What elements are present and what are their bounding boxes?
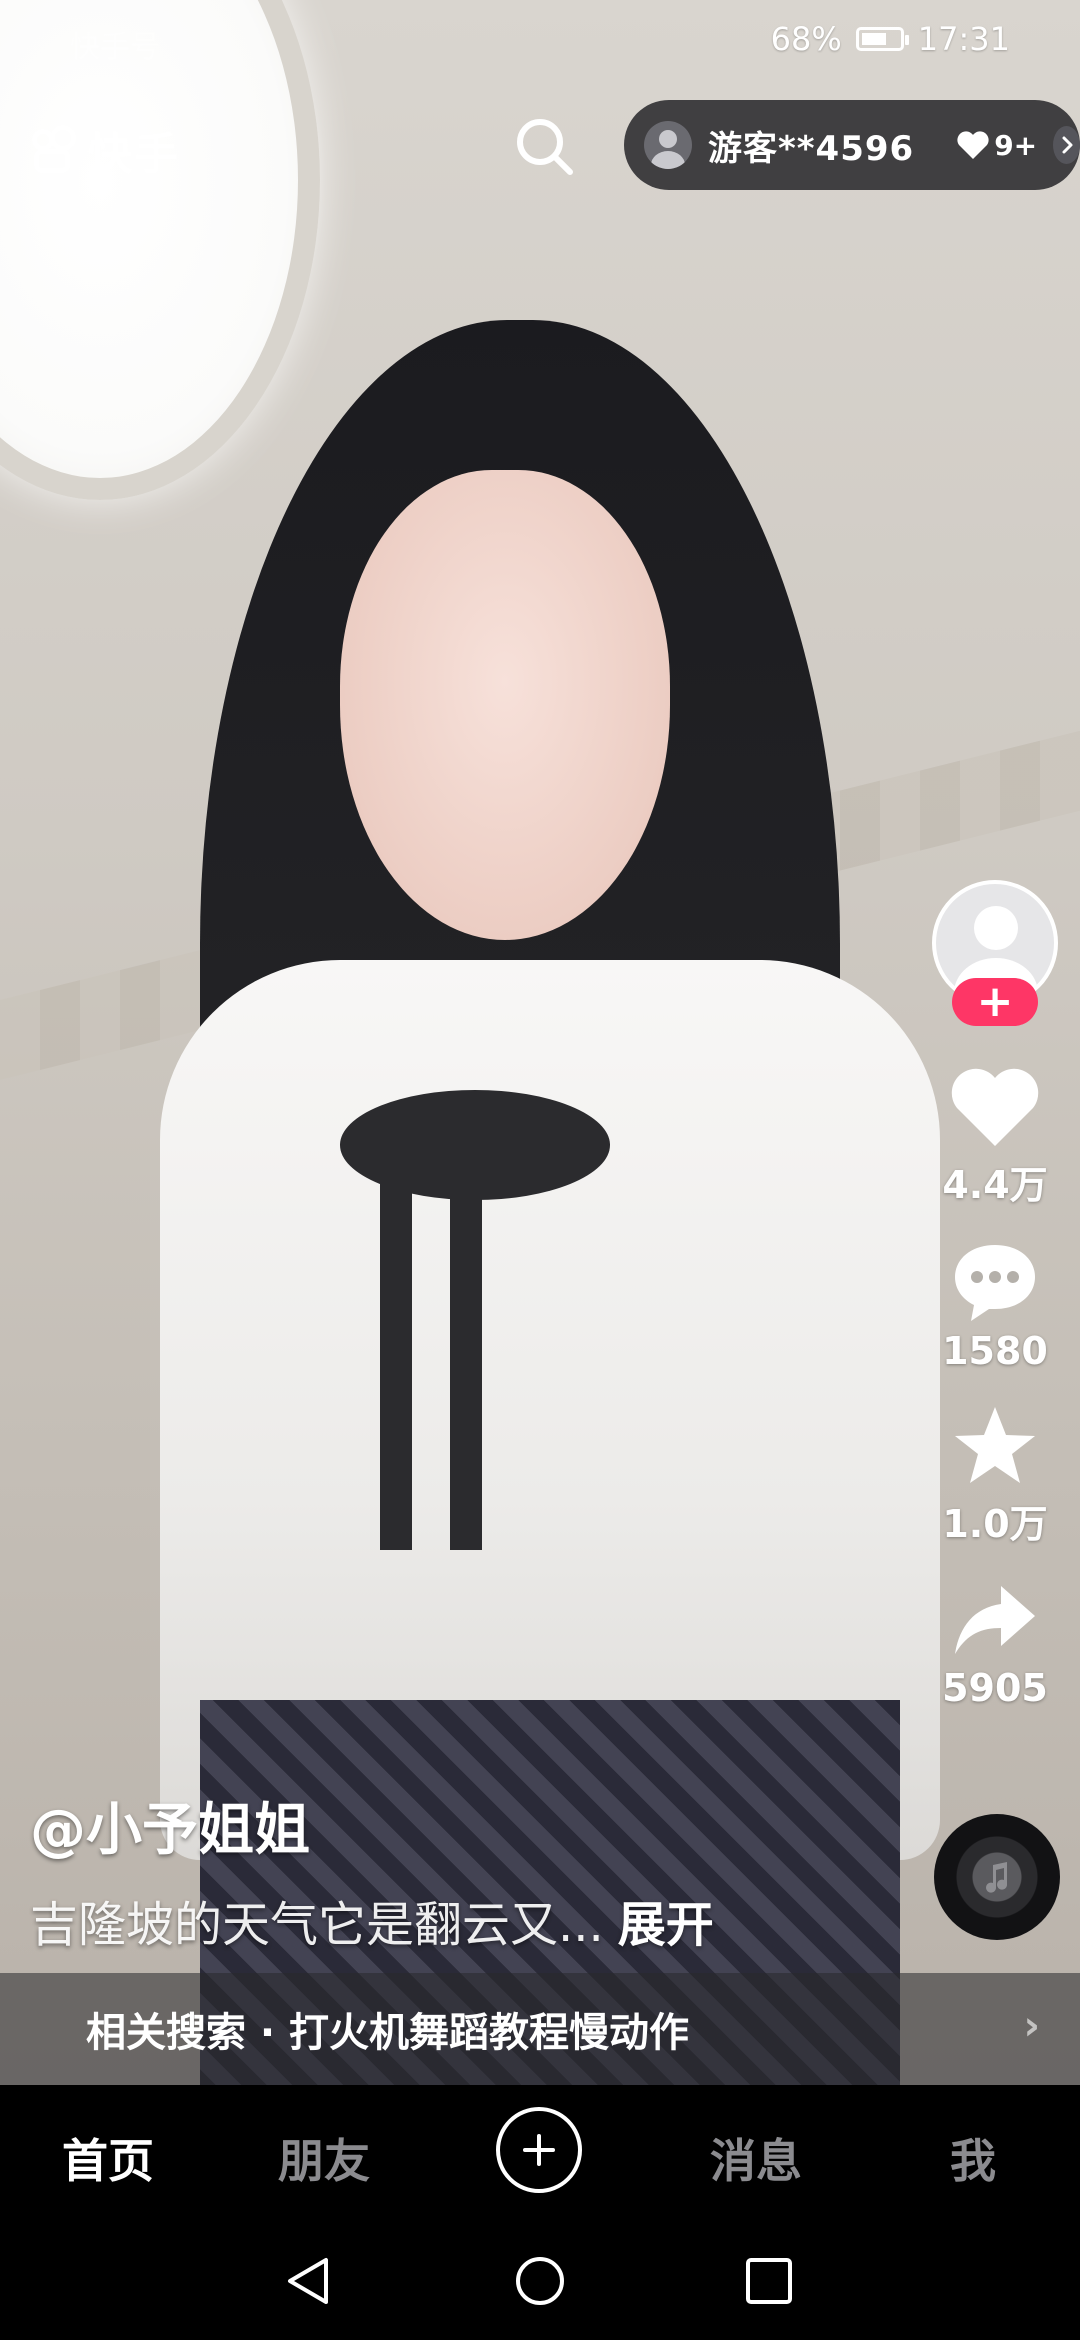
battery-fill bbox=[861, 33, 887, 45]
recents-icon[interactable] bbox=[742, 2254, 796, 2308]
follow-button[interactable]: + bbox=[952, 978, 1038, 1026]
plus-icon: + bbox=[976, 976, 1014, 1027]
status-bar: 快手号 68% 17:31 bbox=[0, 0, 1080, 84]
guest-account-pill[interactable]: 游客**4596 9+ bbox=[624, 100, 1080, 190]
share-count: 5905 bbox=[942, 1666, 1048, 1710]
related-search-label: 相关搜索 · 打火机舞蹈教程慢动作 bbox=[86, 2010, 690, 2056]
caption: 吉隆坡的天气它是翻云又... 展开 bbox=[30, 1885, 714, 1955]
like-count: 4.4万 bbox=[942, 1163, 1048, 1207]
action-column: + 4.4万 1580 1.0万 5905 bbox=[920, 880, 1070, 1710]
expand-link[interactable]: 展开 bbox=[618, 1897, 714, 1953]
share-arrow-icon bbox=[954, 1586, 1035, 1654]
guest-name: 游客**4596 bbox=[708, 128, 915, 169]
person-face bbox=[340, 470, 670, 940]
related-search-bar[interactable]: 相关搜索 · 打火机舞蹈教程慢动作 › bbox=[0, 1973, 1080, 2085]
music-note-icon bbox=[986, 1862, 1008, 1893]
chevron-right-icon: › bbox=[1023, 2003, 1040, 2049]
chevron-right-icon[interactable] bbox=[1053, 126, 1080, 164]
favorite-button[interactable]: 1.0万 bbox=[942, 1403, 1048, 1548]
search-icon bbox=[517, 119, 573, 175]
tab-me[interactable]: 我 bbox=[950, 2125, 996, 2191]
likes-badge-count: 9+ bbox=[994, 128, 1038, 162]
kuaishou-logo-icon bbox=[30, 125, 80, 175]
battery-icon bbox=[855, 27, 909, 51]
likes-badge: 9+ bbox=[956, 129, 1037, 162]
system-nav-bar bbox=[0, 2220, 1080, 2340]
tab-home[interactable]: 首页 bbox=[62, 2125, 154, 2191]
video-player[interactable] bbox=[0, 0, 1080, 2085]
clock: 17:31 bbox=[917, 20, 1010, 58]
app-logo: 快手 bbox=[30, 118, 180, 182]
battery-percent: 68% bbox=[770, 20, 842, 58]
person-ribbon-left bbox=[380, 1180, 412, 1550]
tab-messages[interactable]: 消息 bbox=[710, 2125, 802, 2191]
comment-button[interactable]: 1580 bbox=[942, 1239, 1048, 1373]
person-ribbon-right bbox=[450, 1180, 482, 1550]
author-name[interactable]: @小予姐姐 bbox=[30, 1785, 310, 1866]
like-button[interactable]: 4.4万 bbox=[942, 1066, 1048, 1209]
search-button[interactable] bbox=[510, 112, 580, 182]
tab-friends[interactable]: 朋友 bbox=[278, 2125, 370, 2191]
caption-text: 吉隆坡的天气它是翻云又... bbox=[30, 1897, 604, 1953]
status-right: 68% 17:31 bbox=[771, 20, 1010, 58]
music-disc[interactable] bbox=[934, 1814, 1060, 1940]
home-icon[interactable] bbox=[513, 2254, 567, 2308]
favorite-count: 1.0万 bbox=[942, 1502, 1048, 1546]
back-icon[interactable] bbox=[282, 2254, 336, 2308]
bottom-tab-bar: 首页 朋友 消息 我 bbox=[0, 2085, 1080, 2220]
watermark-text: 快手号 bbox=[70, 30, 160, 65]
create-button[interactable] bbox=[496, 2107, 582, 2193]
app-name: 快手 bbox=[88, 129, 180, 180]
share-button[interactable]: 5905 bbox=[942, 1578, 1048, 1710]
heart-icon bbox=[951, 1068, 1039, 1146]
comment-count: 1580 bbox=[942, 1329, 1048, 1373]
star-icon bbox=[954, 1407, 1035, 1483]
comment-bubble-icon bbox=[954, 1245, 1035, 1321]
heart-icon bbox=[957, 131, 989, 159]
guest-avatar-icon bbox=[644, 121, 692, 169]
app-screen: 快手号 68% 17:31 快手 游客**4596 9+ + 4.4万 1580… bbox=[0, 0, 1080, 2340]
